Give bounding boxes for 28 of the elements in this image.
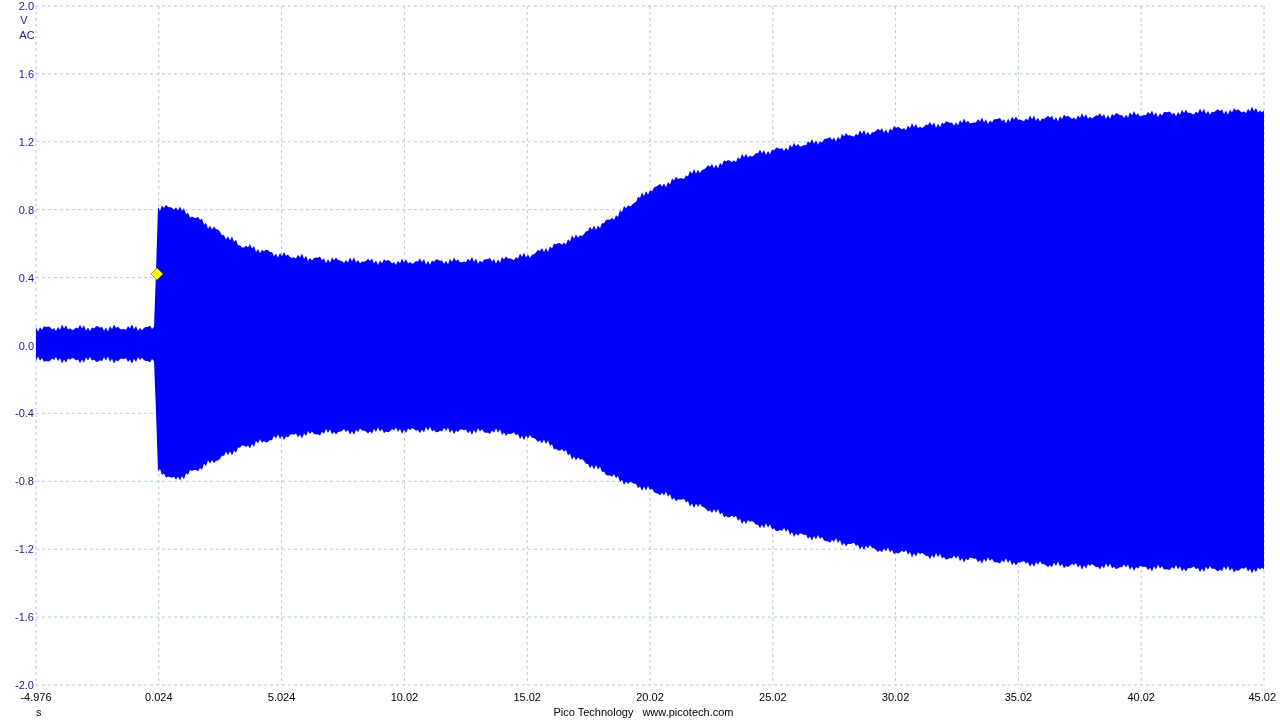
y-axis-unit: V <box>20 14 28 26</box>
x-axis-label: 35.02 <box>1004 691 1033 703</box>
x-axis-unit: s <box>36 706 42 718</box>
y-axis-label: 1.6 <box>18 67 34 80</box>
y-axis-label: -0.4 <box>15 407 34 420</box>
x-axis-label: 20.02 <box>636 691 664 703</box>
y-axis-label: -0.8 <box>15 475 34 488</box>
x-axis-label: 5.024 <box>267 691 296 703</box>
x-axis-label: 25.02 <box>759 691 787 703</box>
x-axis-label: 15.02 <box>513 691 541 703</box>
y-axis-label: 2.0 <box>18 0 34 12</box>
x-axis-label: 45.02 <box>1248 691 1276 703</box>
y-axis-label: -2.0 <box>15 679 34 691</box>
y-axis-label: -1.2 <box>15 543 34 556</box>
y-axis-label: 1.2 <box>18 135 34 148</box>
company-name: Pico Technology <box>553 706 634 718</box>
x-axis-label: -4.976 <box>20 691 52 703</box>
x-axis-label: 40.02 <box>1127 691 1155 703</box>
y-axis-label: 0.0 <box>18 339 34 352</box>
y-axis-label: -1.6 <box>15 611 34 624</box>
y-axis-label: 0.4 <box>18 271 34 284</box>
x-axis-label: 0.024 <box>145 691 173 703</box>
coupling-label: AC <box>19 29 35 41</box>
website-address: www.picotech.com <box>642 706 734 718</box>
y-axis-label: 0.8 <box>18 203 34 216</box>
x-axis-label: 30.02 <box>881 691 910 703</box>
trigger-marker-icon <box>150 267 164 281</box>
x-axis-label: 10.02 <box>390 691 419 703</box>
